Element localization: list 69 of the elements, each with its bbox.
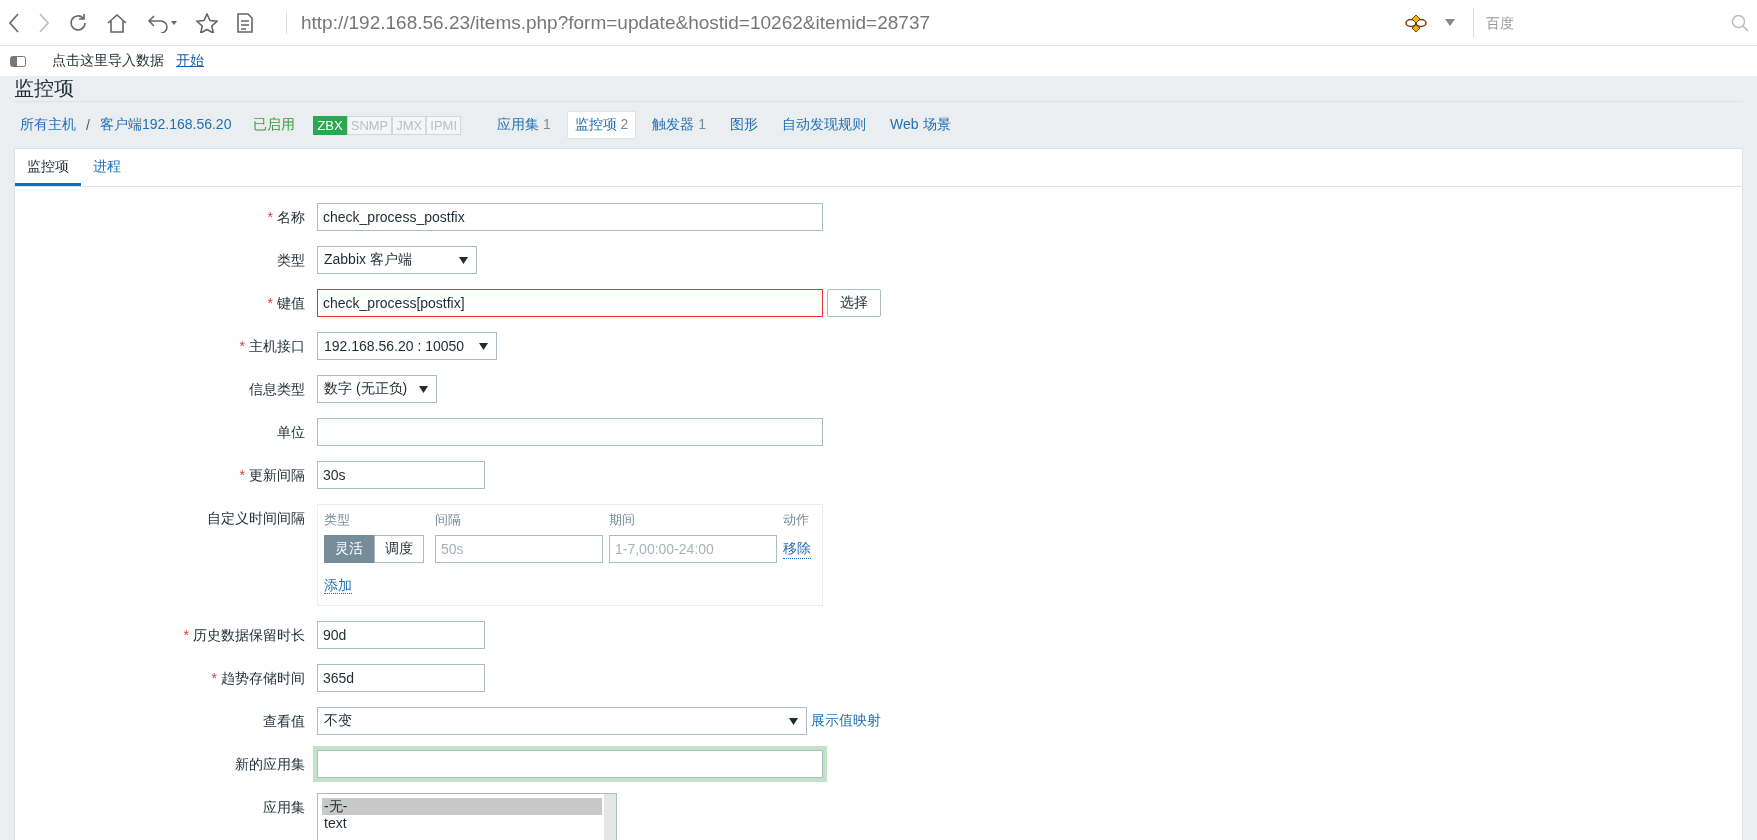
host-tab[interactable]: 触发器 1 (644, 111, 715, 139)
add-link[interactable]: 添加 (324, 577, 352, 594)
address-bar[interactable]: http://192.168.56.23/items.php?form=update&hostid=10262&itemid=28737 (286, 11, 931, 34)
undo-icon[interactable] (146, 12, 178, 33)
field-label: * 历史数据保留时长 (183, 626, 305, 645)
field-label: 新的应用集 (235, 755, 305, 774)
dropdown-field[interactable]: 不变 (317, 707, 807, 735)
availability-badge: IPMI (426, 115, 461, 135)
dropdown-caret-icon (479, 342, 488, 350)
mode-toggle-button[interactable]: 调度 (374, 535, 424, 563)
list-option[interactable]: -无- (322, 798, 602, 815)
field-label: * 趋势存储时间 (211, 669, 305, 688)
host-tab[interactable]: 监控项 2 (566, 111, 637, 139)
field-label: 查看值 (263, 712, 305, 731)
text-field[interactable] (317, 418, 823, 446)
field-label: 应用集 (263, 798, 305, 817)
text-field[interactable]: check_process[postfix] (317, 289, 823, 317)
form-tab[interactable]: 进程 (81, 149, 133, 186)
host-tab[interactable]: Web 场景 (882, 111, 959, 139)
select-button[interactable]: 选择 (827, 289, 881, 317)
availability-badge: ZBX (313, 115, 347, 135)
dropdown-caret-icon (459, 256, 468, 264)
dropdown-caret-icon (789, 717, 798, 725)
breadcrumb-link[interactable]: 客户端192.168.56.20 (99, 116, 232, 134)
field-label: * 名称 (267, 208, 305, 227)
page-title: 监控项 (14, 76, 1743, 102)
field-label: 信息类型 (249, 380, 305, 399)
dropdown-field[interactable]: 192.168.56.20 : 10050 (317, 332, 497, 360)
value-mapping-link[interactable]: 展示值映射 (811, 712, 881, 730)
list-box[interactable]: -无- text (317, 793, 617, 840)
reload-icon[interactable] (68, 12, 88, 33)
back-icon[interactable] (8, 12, 20, 33)
host-tab[interactable]: 图形 (722, 111, 767, 139)
remove-link[interactable]: 移除 (783, 539, 811, 559)
dropdown-field[interactable]: 数字 (无正负) (317, 375, 438, 403)
star-icon[interactable] (196, 12, 218, 33)
field-label: * 主机接口 (239, 337, 305, 356)
field-label: * 键值 (267, 294, 305, 313)
list-option[interactable]: text (322, 815, 602, 832)
import-data-text[interactable]: 点击这里导入数据 (52, 52, 164, 70)
form-tab[interactable]: 监控项 (15, 149, 81, 186)
column-header: 类型 (324, 511, 351, 529)
breadcrumb-separator: / (86, 117, 90, 133)
availability-badge: SNMP (346, 115, 393, 135)
availability-badge: JMX (392, 115, 427, 135)
field-label: * 更新间隔 (239, 466, 305, 485)
start-link[interactable]: 开始 (176, 52, 204, 70)
column-header: 期间 (609, 511, 636, 529)
text-field[interactable]: check_process_postfix (317, 203, 823, 231)
home-icon[interactable] (106, 12, 128, 33)
field-label: 类型 (277, 251, 305, 270)
dropdown-field[interactable]: Zabbix 客户端 (317, 246, 477, 274)
period-field[interactable]: 1-7,00:00-24:00 (609, 535, 777, 563)
field-label: 单位 (277, 423, 305, 442)
text-field[interactable]: 90d (317, 621, 485, 649)
dropdown-caret-icon (419, 385, 429, 393)
breadcrumb-link[interactable]: 所有主机 (20, 116, 76, 134)
field-label: 自定义时间间隔 (207, 509, 305, 528)
interval-field[interactable]: 50s (435, 535, 603, 563)
host-tab[interactable]: 应用集 1 (489, 111, 559, 139)
column-header: 动作 (783, 511, 810, 529)
document-icon[interactable] (236, 12, 254, 33)
column-header: 间隔 (435, 511, 462, 529)
text-field[interactable]: 365d (317, 664, 485, 692)
dropdown-caret-icon[interactable] (1445, 19, 1455, 26)
sidebar-toggle-icon[interactable] (10, 55, 26, 67)
host-tab[interactable]: 自动发现规则 (774, 111, 875, 139)
text-field[interactable]: 30s (317, 461, 485, 489)
bee-icon[interactable] (1405, 12, 1427, 33)
